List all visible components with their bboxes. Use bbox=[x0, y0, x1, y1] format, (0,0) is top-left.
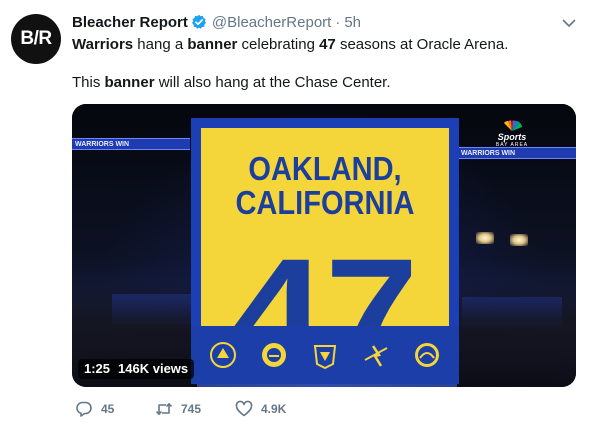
video-info-badge: 1:25 146K views bbox=[78, 359, 195, 379]
tweet-actions: 45 745 4.9K bbox=[72, 398, 315, 420]
heart-icon bbox=[235, 400, 253, 417]
led-ribbon-left: WARRIORS WIN bbox=[72, 138, 190, 150]
reply-icon bbox=[76, 401, 92, 417]
banner-number: 47 bbox=[231, 227, 419, 330]
reply-button[interactable]: 45 bbox=[75, 400, 155, 418]
keyword-47[interactable]: 47 bbox=[319, 36, 336, 53]
video-duration: 1:25 bbox=[84, 361, 111, 376]
led-ribbon-right: WARRIORS WIN bbox=[458, 147, 576, 159]
tweet-text-segment: hang a bbox=[133, 36, 188, 53]
display-name[interactable]: Bleacher Report bbox=[72, 14, 188, 31]
retweet-icon bbox=[155, 403, 173, 415]
tweet-text-segment: seasons at Oracle Arena. bbox=[335, 36, 509, 53]
tweet-text-segment: will also hang at the Chase Center. bbox=[154, 74, 391, 91]
network-logo: Sports BAY AREA bbox=[482, 120, 542, 148]
user-handle[interactable]: @BleacherReport bbox=[212, 14, 331, 31]
tweet-text-segment: celebrating bbox=[237, 36, 320, 53]
hashtag-warriors[interactable]: Warriors bbox=[72, 36, 133, 53]
reply-count: 45 bbox=[101, 402, 115, 416]
tweet-text-line-1: Warriors hang a banner celebrating 47 se… bbox=[72, 35, 508, 55]
network-logo-text: Sports bbox=[497, 132, 527, 142]
verified-badge-icon bbox=[191, 14, 207, 30]
peacock-icon bbox=[504, 120, 522, 131]
like-button[interactable]: 4.9K bbox=[235, 400, 315, 418]
like-count: 4.9K bbox=[261, 402, 287, 416]
keyword-banner[interactable]: banner bbox=[187, 36, 237, 53]
retweet-button[interactable]: 745 bbox=[155, 400, 235, 418]
crowd-right bbox=[457, 277, 576, 387]
golden-state-logo-icon bbox=[259, 340, 289, 370]
anniversary-logo-icon bbox=[310, 340, 340, 370]
bridge-logo-icon bbox=[412, 340, 442, 370]
thunderbolt-logo-icon bbox=[361, 340, 391, 370]
network-logo-subtext: BAY AREA bbox=[495, 142, 529, 148]
avatar-logo: B/R bbox=[20, 28, 52, 49]
header-separator: · bbox=[335, 13, 341, 31]
banner-logo-strip bbox=[191, 326, 459, 384]
championship-banner: OAKLAND, CALIFORNIA 47 bbox=[191, 118, 459, 330]
avatar[interactable]: B/R bbox=[11, 14, 61, 64]
camera-light bbox=[476, 232, 494, 244]
keyword-banner[interactable]: banner bbox=[105, 74, 155, 91]
tweet-text-segment: This bbox=[72, 74, 105, 91]
retweet-count: 745 bbox=[181, 402, 202, 416]
video-player[interactable]: WARRIORS WIN WARRIORS WIN Sports BAY ARE… bbox=[72, 104, 576, 387]
tweet-header: Bleacher Report @BleacherReport · 5h bbox=[72, 12, 361, 32]
tweet: B/R Bleacher Report @BleacherReport · 5h… bbox=[0, 0, 591, 430]
banner-title-line-1: OAKLAND, bbox=[248, 150, 402, 187]
video-views: 146K views bbox=[118, 361, 189, 376]
warriors-logo-icon bbox=[208, 340, 238, 370]
tweet-text-line-2: This banner will also hang at the Chase … bbox=[72, 73, 391, 93]
chevron-down-icon[interactable] bbox=[561, 15, 577, 31]
tweet-timestamp[interactable]: 5h bbox=[344, 14, 361, 31]
banner-title: OAKLAND, CALIFORNIA bbox=[216, 152, 434, 220]
banner-title-line-2: CALIFORNIA bbox=[235, 184, 415, 221]
camera-light bbox=[510, 234, 528, 246]
